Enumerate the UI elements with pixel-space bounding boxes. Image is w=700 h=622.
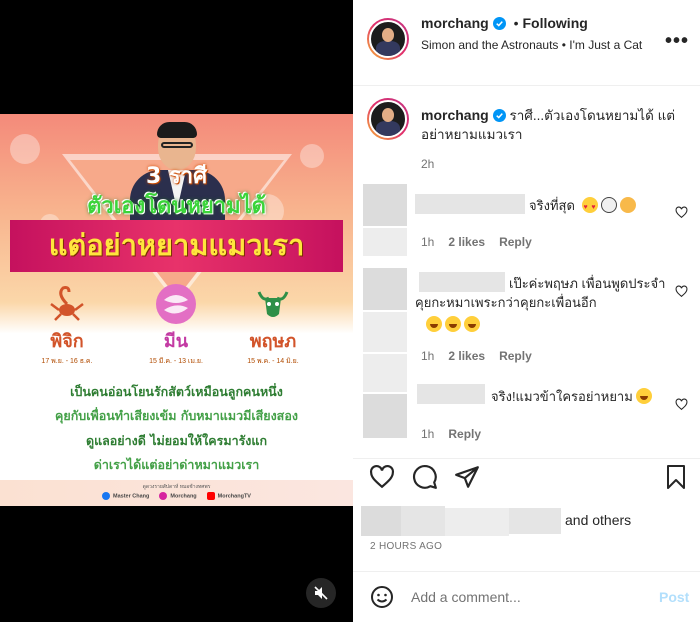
like-heart-icon[interactable] — [369, 464, 395, 490]
sign-dates: 17 พ.ย. - 16 ธ.ค. — [41, 358, 93, 365]
youtube-credit: MorchangTV — [206, 492, 251, 500]
instagram-credit: Morchang — [159, 492, 197, 500]
comment-bubble-icon[interactable] — [412, 464, 438, 490]
poster-line: เป็นคนอ่อนโยนรักสัตว์เหมือนลูกคนหนึ่ง — [70, 384, 283, 399]
post-comment-button[interactable]: Post — [659, 589, 689, 605]
caption-time[interactable]: 2h — [421, 157, 434, 171]
comment-input[interactable]: Add a comment... — [411, 589, 521, 605]
comment: จริง!แมวข้าใครอย่าหยาม 1h Reply — [353, 354, 700, 446]
bull-icon — [253, 284, 293, 324]
reply-button[interactable]: Reply — [499, 235, 532, 249]
avatar[interactable] — [367, 98, 409, 140]
add-comment-bar: Add a comment... Post — [353, 571, 700, 622]
youtube-icon — [206, 492, 215, 500]
laughing-emoji-icon — [426, 316, 442, 332]
poster-line: คุยกับเพื่อนทำเสียงเข้ม กับหมาแมวมีเสียง… — [55, 408, 298, 423]
separator-dot: • — [513, 15, 519, 31]
comment-text: จริงที่สุด — [529, 198, 575, 213]
poster-footer: ดูดวงรายสัปดาห์ หมอช้างทศพร Master Chang… — [0, 480, 353, 506]
poster-credit-title: ดูดวงรายสัปดาห์ หมอช้างทศพร — [142, 484, 211, 490]
comment-username[interactable] — [417, 384, 485, 404]
laughing-emoji-icon — [464, 316, 480, 332]
sign-dates: 15 มี.ค. - 13 เม.ย. — [149, 358, 203, 365]
avatar[interactable] — [363, 268, 407, 310]
header-username[interactable]: morchang — [421, 15, 489, 31]
verified-badge-icon — [492, 109, 506, 122]
heart-icon[interactable] — [675, 285, 688, 298]
heart-icon[interactable] — [675, 206, 688, 219]
avatar[interactable] — [363, 354, 407, 392]
avatar[interactable] — [363, 184, 407, 226]
post-image: 3 ราศี ตัวเองโดนหยามได้ แต่อย่าหยามแมวเร… — [0, 114, 353, 506]
heart-icon[interactable] — [675, 398, 688, 411]
comment-text: เป๊ะค่ะพฤษภ เพื่อนพูดประจำ คุยกะหมาเพระก… — [415, 276, 666, 310]
sign-pisces: มีน 15 มี.ค. - 13 เม.ย. — [141, 284, 211, 367]
instagram-icon — [159, 492, 168, 500]
comment-username[interactable] — [415, 194, 525, 214]
cat-emoji-icon — [619, 197, 636, 213]
post-side-panel: morchang • Following Simon and the Astron… — [353, 0, 700, 622]
sign-name: พฤษภ — [249, 331, 297, 352]
sign-name: มีน — [163, 331, 189, 352]
reply-button[interactable]: Reply — [448, 427, 481, 441]
share-paper-plane-icon[interactable] — [454, 464, 480, 490]
avatar[interactable] — [367, 18, 409, 60]
post-timestamp[interactable]: 2 HOURS AGO — [370, 541, 442, 552]
poster-line: ดูแลอย่างดี ไม่ยอมให้ใครมารังแก — [85, 433, 268, 448]
poster-line: ด่าเราได้แต่อย่าด่าหมาแมวเรา — [93, 457, 260, 472]
save-bookmark-icon[interactable] — [664, 464, 688, 490]
caption-username[interactable]: morchang — [421, 107, 489, 123]
comment-likes[interactable]: 2 likes — [448, 235, 485, 249]
post-header: morchang • Following Simon and the Astron… — [353, 0, 700, 86]
comment-time[interactable]: 1h — [421, 235, 434, 249]
more-options-button[interactable]: ••• — [665, 30, 689, 53]
post-media[interactable]: 3 ราศี ตัวเองโดนหยามได้ แต่อย่าหยามแมวเร… — [0, 0, 353, 622]
facebook-icon — [102, 492, 111, 500]
verified-badge-icon — [492, 17, 506, 30]
audio-link[interactable]: Simon and the Astronauts • I'm Just a Ca… — [421, 37, 651, 53]
heart-eyes-emoji-icon — [581, 197, 598, 217]
poster-headline-2: ตัวเองโดนหยามได้ — [87, 194, 266, 219]
action-bar — [353, 458, 700, 498]
ghost-emoji-icon — [600, 197, 617, 213]
laughing-emoji-icon — [445, 316, 461, 332]
likes-others-text[interactable]: and others — [565, 512, 631, 528]
mute-button[interactable] — [306, 578, 336, 608]
sign-taurus: พฤษภ 15 พ.ค. - 14 มิ.ย. — [238, 284, 308, 367]
sign-name: พิจิก — [50, 331, 84, 352]
laughing-emoji-group — [423, 316, 480, 334]
emoji-smiley-icon[interactable] — [370, 585, 394, 609]
sign-scorpio: พิจิก 17 พ.ย. - 16 ธ.ค. — [32, 284, 102, 367]
likes-summary[interactable]: and others — [353, 506, 700, 536]
comment: เป๊ะค่ะพฤษภ เพื่อนพูดประจำ คุยกะหมาเพระก… — [353, 268, 700, 368]
sign-dates: 15 พ.ค. - 14 มิ.ย. — [247, 358, 299, 365]
comment: จริงที่สุด 1h 2 likes Reply — [353, 184, 700, 256]
fish-icon — [156, 284, 196, 324]
comment-text: จริง!แมวข้าใครอย่าหยาม — [491, 389, 633, 404]
scorpion-icon — [47, 284, 87, 324]
comment-time[interactable]: 1h — [421, 427, 434, 441]
facebook-credit: Master Chang — [102, 492, 149, 500]
speaker-muted-icon — [314, 586, 328, 600]
poster-headline-3: แต่อย่าหยามแมวเรา — [10, 220, 343, 272]
laughing-emoji-icon — [635, 388, 652, 404]
following-button[interactable]: Following — [522, 15, 587, 31]
